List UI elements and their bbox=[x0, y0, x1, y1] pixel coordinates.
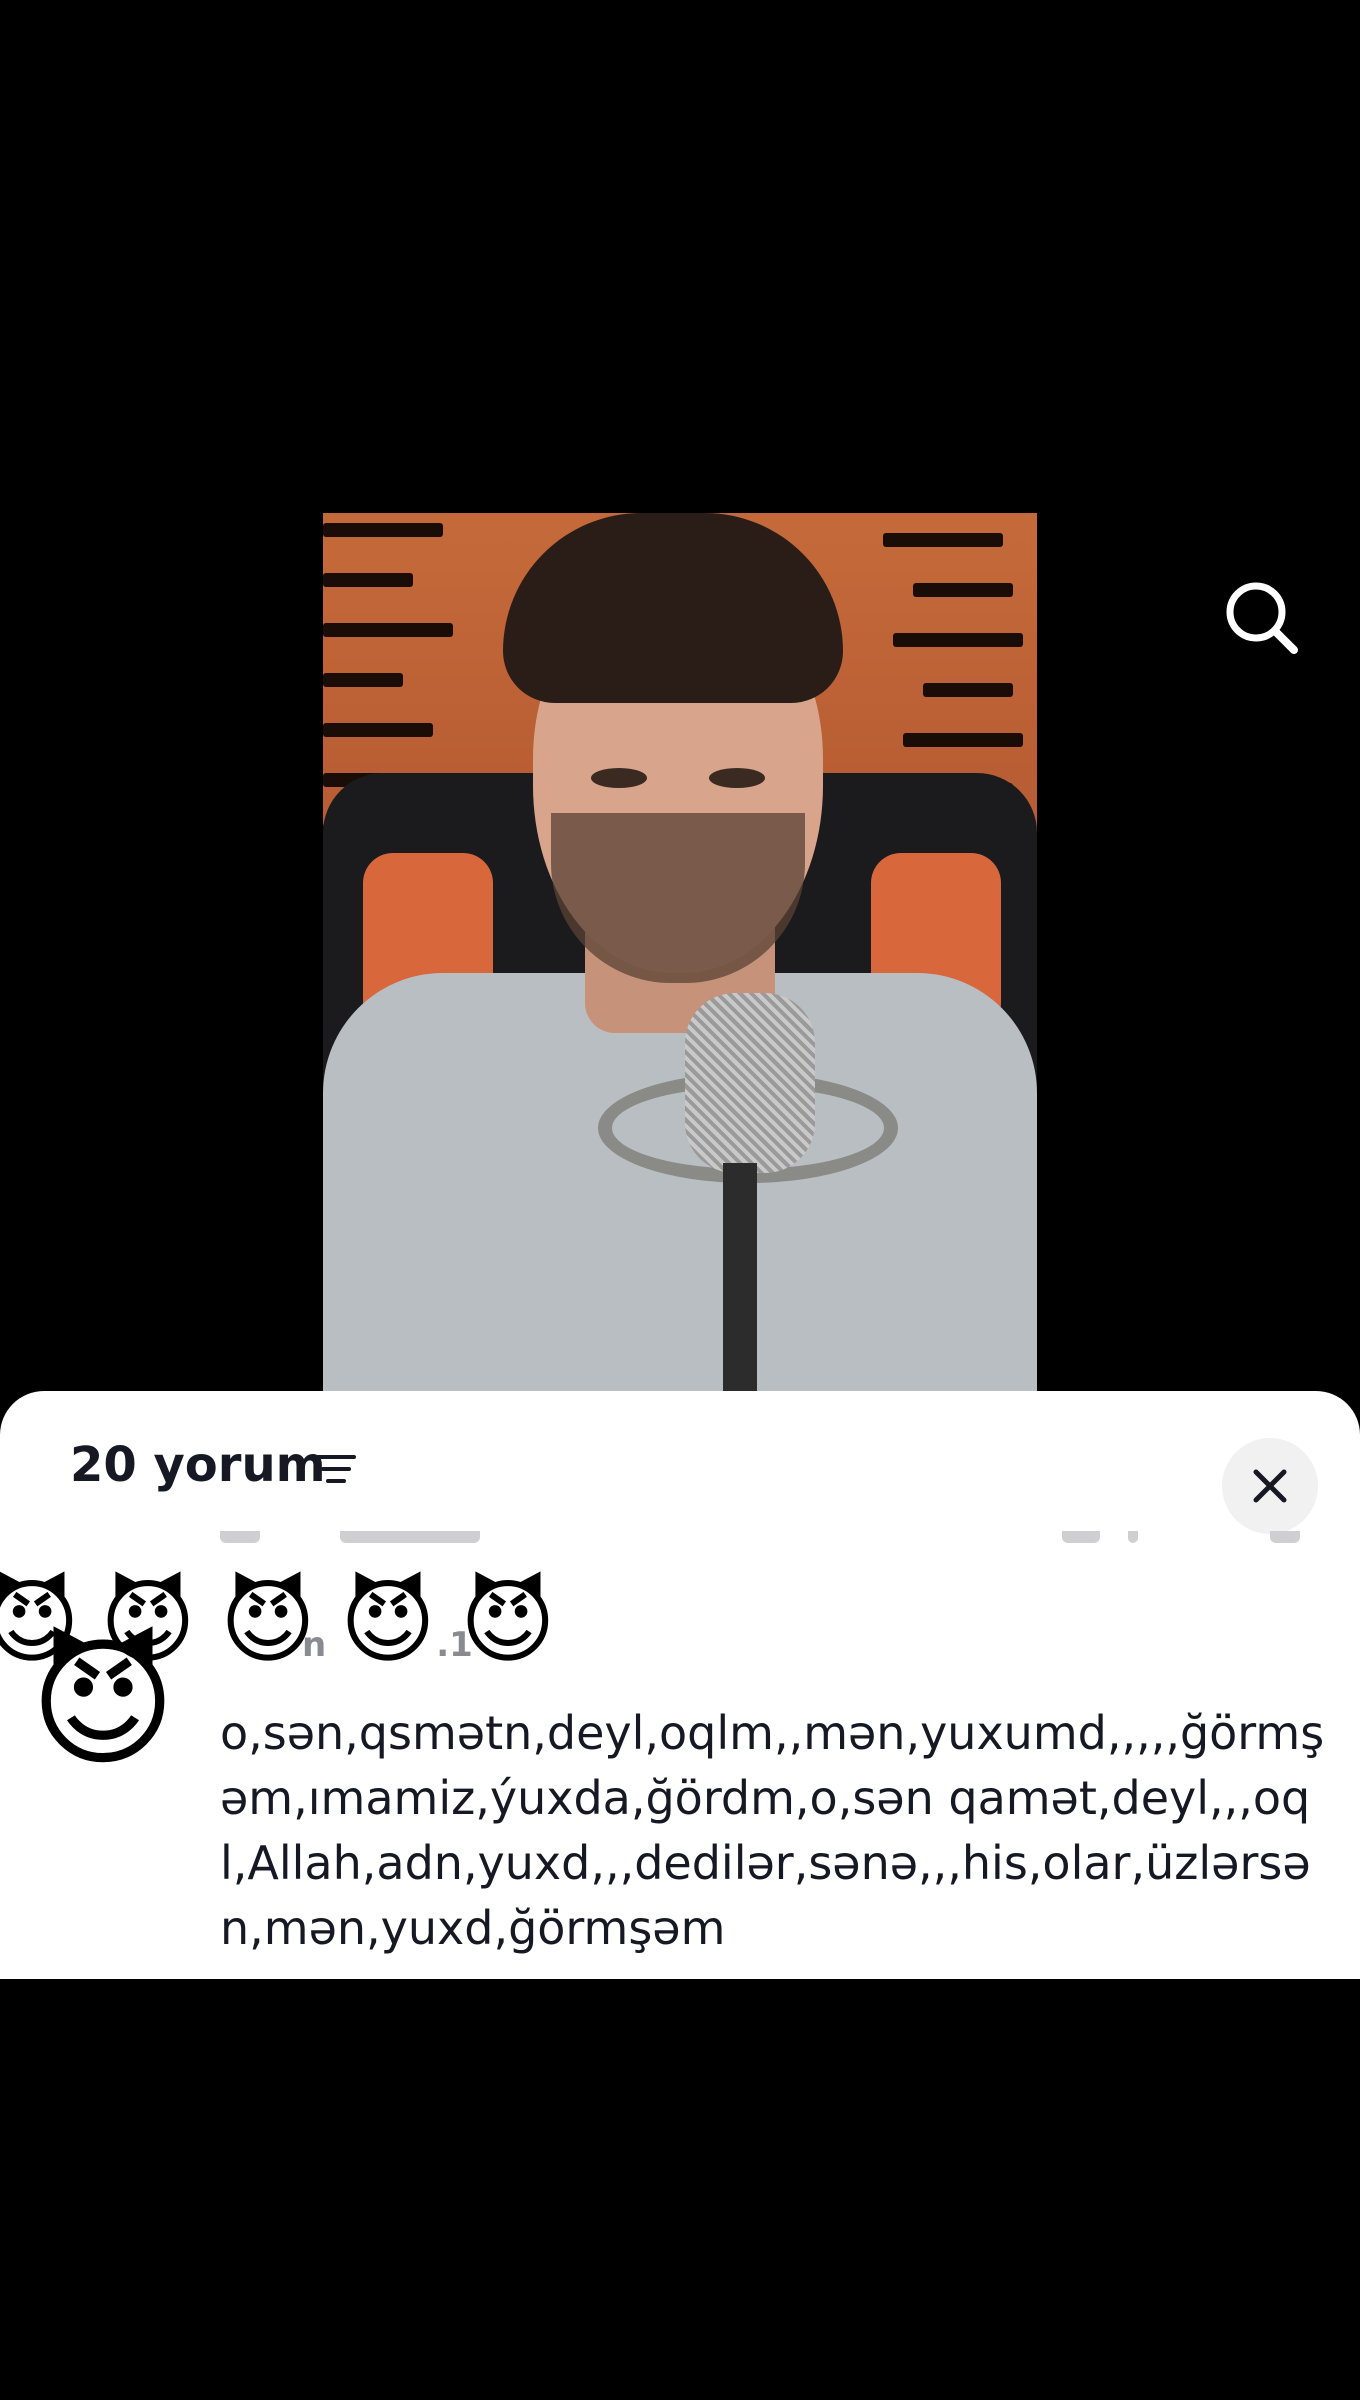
wall-panel-slat bbox=[923, 683, 1013, 697]
comment-text: o,sən,qsmətn,deyl,oqlm,,mən,yuxumd,,,,,ğ… bbox=[220, 1706, 1325, 1955]
comment-item[interactable]: n .1 😈 😈 😈 😈 😈 😈 o,sən,qsmətn,deyl,oqlm,,… bbox=[0, 1577, 1360, 1983]
person-hair bbox=[503, 513, 843, 703]
search-button[interactable] bbox=[1222, 578, 1302, 658]
wall-panel-slat bbox=[893, 633, 1023, 647]
video-player[interactable] bbox=[323, 513, 1037, 1393]
person-eye bbox=[591, 768, 647, 788]
devil-emoji: 😈 bbox=[220, 1569, 316, 1676]
comment-count: 20 yorum bbox=[70, 1437, 326, 1493]
screen: 20 yorum n .1 😈 😈 😈 😈 😈 😈 o,sən,qsmətn,d… bbox=[0, 0, 1360, 2400]
search-icon bbox=[1226, 582, 1298, 654]
mic-stand bbox=[723, 1163, 757, 1393]
wall-panel-slat bbox=[903, 733, 1023, 747]
devil-emoji: 😈 bbox=[460, 1569, 556, 1676]
person-shirt bbox=[323, 973, 1037, 1393]
wall-panel-slat bbox=[913, 583, 1013, 597]
wall-panel-slat bbox=[323, 723, 433, 737]
comments-sheet: 20 yorum n .1 😈 😈 😈 😈 😈 😈 o,sən,qsmətn,d… bbox=[0, 1391, 1360, 1979]
wall-panel-slat bbox=[323, 523, 443, 537]
sort-lines-icon[interactable] bbox=[316, 1451, 356, 1487]
wall-panel-slat bbox=[323, 673, 403, 687]
person-eye bbox=[709, 768, 765, 788]
close-icon bbox=[1253, 1469, 1287, 1503]
microphone bbox=[685, 993, 815, 1173]
wall-panel-slat bbox=[323, 573, 413, 587]
clipped-text bbox=[1270, 1531, 1300, 1543]
comments-header: 20 yorum bbox=[0, 1391, 1360, 1541]
wall-panel-slat bbox=[883, 533, 1003, 547]
devil-emoji: 😈 bbox=[340, 1569, 436, 1676]
wall-panel-slat bbox=[323, 623, 453, 637]
close-button[interactable] bbox=[1222, 1438, 1318, 1534]
clipped-text bbox=[1128, 1531, 1138, 1543]
clipped-text bbox=[220, 1531, 260, 1543]
clipped-text bbox=[1062, 1531, 1100, 1543]
clipped-text bbox=[340, 1531, 480, 1543]
avatar[interactable]: 😈 bbox=[30, 1635, 176, 1775]
previous-comment-clipped bbox=[0, 1531, 1360, 1553]
